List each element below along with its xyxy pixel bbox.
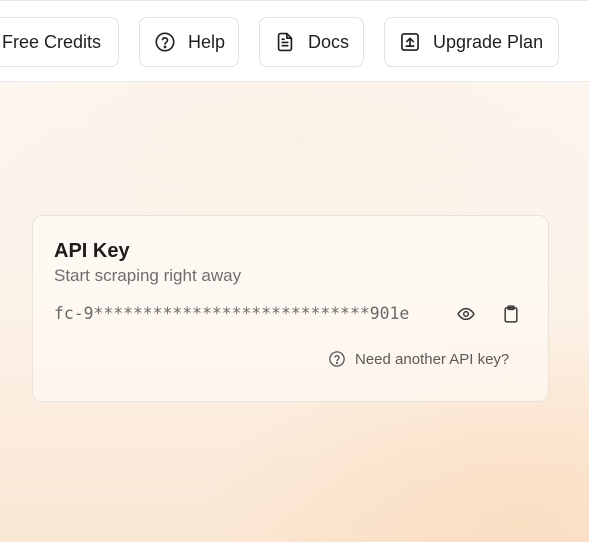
question-circle-icon: [328, 350, 346, 368]
upload-box-icon: [399, 31, 421, 53]
api-key-title: API Key: [54, 240, 130, 262]
question-circle-icon: [154, 31, 176, 53]
top-toolbar: Free Credits Help Docs Upgrade Plan: [0, 0, 589, 82]
docs-label: Docs: [308, 31, 350, 52]
free-credits-label: Free Credits: [2, 31, 102, 52]
need-another-key-link[interactable]: Need another API key?: [328, 350, 509, 368]
free-credits-button[interactable]: Free Credits: [0, 17, 119, 67]
need-another-key-label: Need another API key?: [355, 350, 510, 368]
eye-icon: [456, 304, 476, 324]
clipboard-icon: [501, 304, 521, 324]
api-key-card: API Key Start scraping right away fc-9**…: [32, 215, 549, 402]
help-label: Help: [188, 31, 226, 52]
document-icon: [274, 31, 296, 53]
reveal-key-button[interactable]: [454, 302, 478, 326]
copy-key-button[interactable]: [499, 302, 523, 326]
docs-button[interactable]: Docs: [259, 17, 364, 67]
upgrade-plan-button[interactable]: Upgrade Plan: [384, 17, 559, 67]
upgrade-plan-label: Upgrade Plan: [433, 31, 544, 52]
api-key-value: fc-9****************************901e: [54, 304, 410, 323]
help-button[interactable]: Help: [139, 17, 239, 67]
api-key-subtitle: Start scraping right away: [54, 266, 242, 285]
